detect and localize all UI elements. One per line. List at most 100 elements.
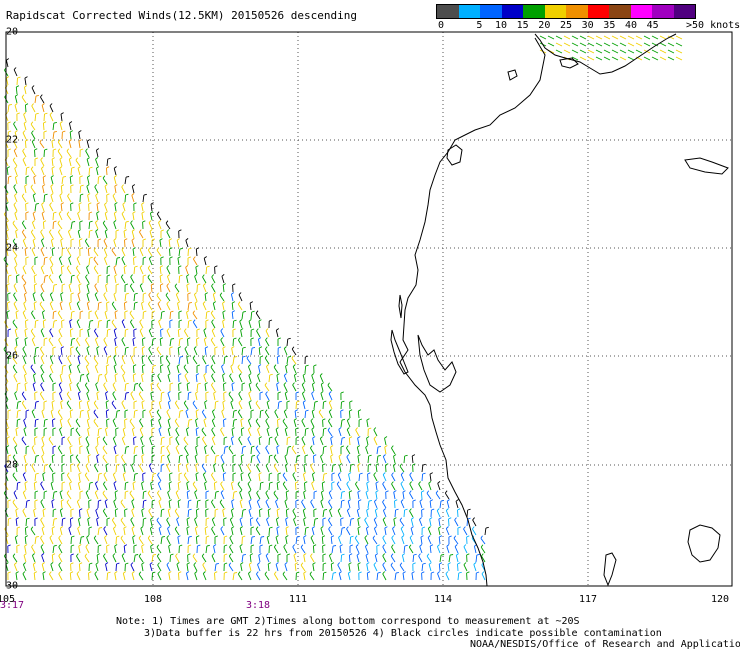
wind-barb-flag	[114, 274, 118, 277]
wind-barb	[122, 474, 126, 482]
wind-barb-flag	[93, 535, 97, 539]
wind-barb	[78, 563, 81, 572]
wind-barb	[357, 438, 360, 446]
wind-barb-flag	[358, 499, 362, 502]
wind-barb-flag	[338, 535, 342, 538]
wind-barb	[168, 501, 171, 509]
wind-barb-flag	[393, 454, 397, 457]
wind-barb	[382, 546, 387, 554]
wind-barb	[436, 510, 441, 518]
wind-barb-flag	[274, 409, 278, 413]
wind-barb-flag	[328, 400, 332, 403]
wind-barb-flag	[305, 355, 309, 358]
wind-barb-flag	[8, 274, 12, 277]
wind-barb-flag	[295, 490, 300, 493]
wind-barb	[301, 501, 306, 509]
wind-barb	[97, 176, 99, 185]
wind-barb-flag	[93, 265, 97, 269]
wind-barb-flag	[277, 553, 281, 556]
wind-barb	[103, 528, 108, 536]
wind-barb-flag	[147, 490, 151, 494]
wind-barb	[256, 573, 261, 581]
wind-barb	[292, 384, 297, 392]
wind-barb	[160, 437, 163, 446]
wind-barb-flag	[143, 310, 147, 313]
wind-barb	[221, 276, 225, 284]
wind-barb-flag	[285, 517, 289, 520]
wind-barb-flag	[224, 355, 228, 358]
wind-barb-flag	[187, 292, 191, 295]
wind-barb	[178, 249, 181, 257]
wind-barb-flag	[310, 499, 313, 503]
wind-barb-flag	[404, 544, 408, 547]
wind-barb	[51, 249, 54, 257]
wind-barb-flag	[86, 346, 90, 349]
wind-barb	[70, 275, 73, 284]
wind-barb-flag	[188, 508, 192, 511]
wind-barb-flag	[49, 301, 53, 304]
wind-barb	[78, 132, 81, 140]
wind-barb-flag	[273, 454, 277, 458]
wind-barb	[150, 519, 153, 527]
wind-barb	[113, 177, 117, 185]
wind-barb	[147, 249, 153, 257]
wind-barb	[132, 483, 135, 491]
wind-barb	[124, 447, 127, 455]
wind-barb	[69, 329, 72, 338]
wind-barb	[366, 564, 369, 572]
wind-barb-flag	[53, 508, 57, 511]
wind-barb-flag	[213, 391, 217, 394]
wind-barb	[150, 384, 153, 392]
wind-barb-flag	[431, 508, 435, 511]
wind-barb	[149, 231, 153, 239]
wind-barb	[320, 492, 324, 500]
wind-barb	[24, 249, 27, 257]
wind-barb-flag	[157, 562, 160, 566]
wind-barb	[403, 455, 406, 464]
wind-barb-flag	[13, 184, 16, 188]
wind-barb-flag	[134, 445, 139, 448]
wind-barb-flag	[149, 436, 153, 439]
wind-barb-flag	[69, 445, 73, 448]
wind-barb	[131, 240, 135, 248]
wind-barb	[103, 339, 108, 347]
wind-barb	[293, 519, 297, 527]
wind-barb-flag	[445, 526, 449, 529]
wind-barb	[178, 339, 181, 347]
wind-barb-flag	[242, 355, 246, 358]
wind-barb-flag	[70, 292, 74, 295]
wind-barb-flag	[77, 526, 81, 529]
wind-barb	[651, 49, 659, 54]
wind-barb-flag	[13, 373, 17, 377]
wind-barb	[85, 546, 90, 554]
wind-barb-flag	[212, 409, 215, 412]
wind-barb-flag	[94, 490, 98, 493]
wind-barb-flag	[104, 211, 108, 214]
wind-barb	[230, 366, 234, 374]
wind-barb-flag	[66, 400, 70, 404]
wind-barb	[94, 330, 99, 338]
wind-barb	[34, 96, 37, 104]
wind-barb	[114, 276, 117, 284]
wind-barb-flag	[77, 166, 81, 169]
wind-barb-flag	[183, 400, 187, 404]
wind-barb	[58, 555, 63, 563]
wind-barb-flag	[282, 472, 286, 476]
wind-barb	[34, 456, 37, 464]
wind-barb-flag	[120, 517, 124, 521]
wind-barb	[25, 167, 27, 176]
wind-barb	[30, 168, 36, 176]
wind-barb-flag	[44, 193, 48, 196]
wind-barb	[40, 249, 45, 257]
wind-barb	[97, 321, 100, 329]
wind-barb	[193, 348, 198, 356]
wind-barb-flag	[238, 436, 241, 440]
wind-barb	[68, 159, 72, 167]
wind-barb-flag	[239, 517, 243, 520]
wind-barb	[547, 42, 555, 47]
wind-barb	[555, 42, 563, 47]
wind-barb-flag	[248, 391, 252, 394]
wind-barb	[321, 536, 324, 545]
wind-barb	[193, 564, 198, 572]
longitude-label: 108	[143, 594, 163, 605]
